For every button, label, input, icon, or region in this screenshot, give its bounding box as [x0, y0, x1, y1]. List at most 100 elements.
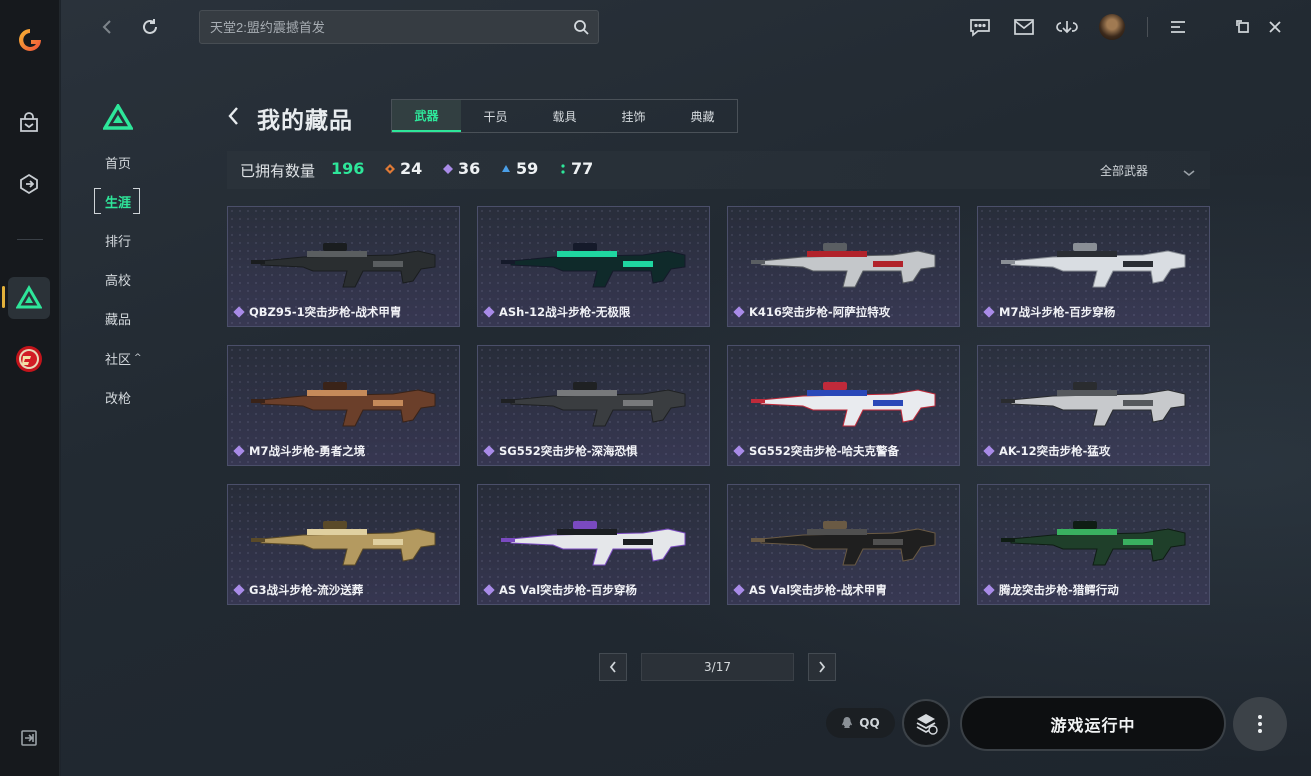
weapon-image	[751, 521, 936, 566]
rarity-diamond-icon	[983, 306, 995, 318]
weapon-name: M7战斗步枪-百步穿杨	[999, 305, 1116, 319]
layers-icon	[916, 714, 938, 735]
next-page-button[interactable]	[808, 653, 836, 681]
weapon-name: 腾龙突击步枪-猎鳄行动	[999, 583, 1119, 597]
collection-card[interactable]: M7战斗步枪-百步穿杨	[977, 206, 1210, 327]
rarity-triangle-icon	[502, 164, 510, 172]
weapon-image	[1001, 243, 1186, 288]
search-box[interactable]	[199, 10, 599, 44]
app-logo-icon[interactable]	[16, 26, 44, 54]
collection-card[interactable]: QBZ95-1突击步枪-战术甲胄	[227, 206, 460, 327]
owned-label: 已拥有数量	[240, 162, 316, 180]
rail-divider	[17, 239, 43, 240]
store-icon[interactable]	[8, 102, 50, 144]
collection-card[interactable]: SG552突击步枪-深海恐惧	[477, 345, 710, 466]
weapon-image	[1001, 382, 1186, 427]
rarity-diamond-icon	[983, 445, 995, 457]
nav-item-community[interactable]: 社区 ^	[91, 346, 149, 370]
refresh-icon[interactable]	[139, 16, 161, 38]
nav-item-gunsmith[interactable]: 改枪	[91, 385, 149, 409]
search-icon[interactable]	[573, 19, 589, 39]
collection-card[interactable]: AS Val突击步枪-战术甲胄	[727, 484, 960, 605]
download-icon[interactable]	[1055, 15, 1079, 39]
weapon-name: ASh-12战斗步枪-无极限	[499, 305, 631, 319]
weapon-name: G3战斗步枪-流沙送葬	[249, 583, 364, 597]
search-input[interactable]	[210, 11, 560, 43]
chevron-right-icon	[819, 661, 826, 673]
crossfire-game-icon[interactable]	[8, 338, 50, 380]
menu-icon[interactable]	[1166, 15, 1190, 39]
weapon-name: M7战斗步枪-勇者之境	[249, 444, 366, 458]
close-icon[interactable]	[1263, 15, 1287, 39]
nav-item-ranking[interactable]: 排行	[91, 228, 149, 252]
nav-label: 首页	[105, 156, 132, 172]
stats-bar: 已拥有数量 196 24 36 59 77 全部武器	[227, 151, 1210, 189]
collection-card[interactable]: 腾龙突击步枪-猎鳄行动	[977, 484, 1210, 605]
chevron-left-icon	[609, 661, 616, 673]
weapon-filter-dropdown[interactable]: 全部武器	[1100, 162, 1148, 179]
maximize-icon[interactable]	[1231, 15, 1255, 39]
back-nav-icon[interactable]	[96, 16, 118, 38]
nav-item-collection[interactable]: 藏品	[91, 306, 149, 330]
weapon-image	[251, 521, 436, 566]
collection-card[interactable]: M7战斗步枪-勇者之境	[227, 345, 460, 466]
mail-icon[interactable]	[1012, 15, 1036, 39]
chat-icon[interactable]	[968, 15, 992, 39]
collection-card[interactable]: AK-12突击步枪-猛攻	[977, 345, 1210, 466]
page-title: 我的藏品	[257, 108, 353, 134]
nav-item-home[interactable]: 首页	[91, 150, 149, 174]
qq-label: QQ	[859, 716, 880, 730]
collection-card[interactable]: ASh-12战斗步枪-无极限	[477, 206, 710, 327]
rarity-diamond-icon	[233, 584, 245, 596]
page-back-icon[interactable]	[227, 106, 239, 130]
collection-card[interactable]: SG552突击步枪-哈夫克警备	[727, 345, 960, 466]
chevron-down-icon[interactable]	[1182, 163, 1196, 182]
rarity-diamond-icon	[733, 584, 745, 596]
card-caption: SG552突击步枪-哈夫克警备	[733, 443, 899, 459]
prev-page-button[interactable]	[599, 653, 627, 681]
weapon-image	[501, 521, 686, 566]
nav-label: 藏品	[105, 312, 132, 328]
qq-penguin-icon	[842, 717, 853, 728]
rarity-diamond-icon	[233, 306, 245, 318]
tab-operators[interactable]: 干员	[461, 100, 530, 132]
tab-vehicles[interactable]: 载具	[530, 100, 599, 132]
weapon-name: AK-12突击步枪-猛攻	[999, 444, 1111, 458]
collection-card[interactable]: AS Val突击步枪-百步穿杨	[477, 484, 710, 605]
nav-item-career[interactable]: 生涯	[91, 188, 149, 214]
weapon-name: AS Val突击步枪-百步穿杨	[499, 583, 637, 597]
card-caption: 腾龙突击步枪-猎鳄行动	[983, 582, 1119, 598]
tab-weapons[interactable]: 武器	[392, 100, 461, 132]
weapon-image	[251, 243, 436, 288]
delta-force-game-icon[interactable]	[8, 277, 50, 319]
rarity-diamond-icon	[233, 445, 245, 457]
rarity-purple: 36	[443, 159, 480, 178]
qq-button[interactable]: QQ	[826, 708, 895, 738]
card-caption: AK-12突击步枪-猛攻	[983, 443, 1111, 459]
nav-label: 改枪	[105, 391, 132, 407]
weapon-image	[751, 382, 936, 427]
card-caption: QBZ95-1突击步枪-战术甲胄	[233, 304, 401, 320]
nav-label: 排行	[105, 234, 132, 250]
rarity-count: 59	[516, 159, 539, 178]
game-running-button[interactable]: 游戏运行中	[960, 696, 1226, 751]
card-caption: M7战斗步枪-百步穿杨	[983, 304, 1116, 320]
rarity-orange: 24	[385, 159, 422, 178]
rarity-diamond-icon	[483, 445, 495, 457]
collection-card[interactable]: G3战斗步枪-流沙送葬	[227, 484, 460, 605]
layers-button[interactable]	[902, 699, 950, 747]
tab-classics[interactable]: 典藏	[668, 100, 737, 132]
user-avatar[interactable]	[1099, 14, 1125, 40]
more-options-button[interactable]	[1233, 697, 1287, 751]
game-library-icon[interactable]	[8, 163, 50, 205]
top-bar	[61, 0, 1311, 54]
rarity-blue: 59	[501, 159, 538, 178]
card-caption: G3战斗步枪-流沙送葬	[233, 582, 364, 598]
collapse-sidebar-icon[interactable]	[20, 729, 38, 751]
tab-charms[interactable]: 挂饰	[599, 100, 668, 132]
weapon-image	[251, 382, 436, 427]
collection-card[interactable]: K416突击步枪-阿萨拉特攻	[727, 206, 960, 327]
card-caption: AS Val突击步枪-战术甲胄	[733, 582, 887, 598]
nav-item-campus[interactable]: 高校	[91, 267, 149, 291]
owned-count: 196	[331, 159, 365, 178]
